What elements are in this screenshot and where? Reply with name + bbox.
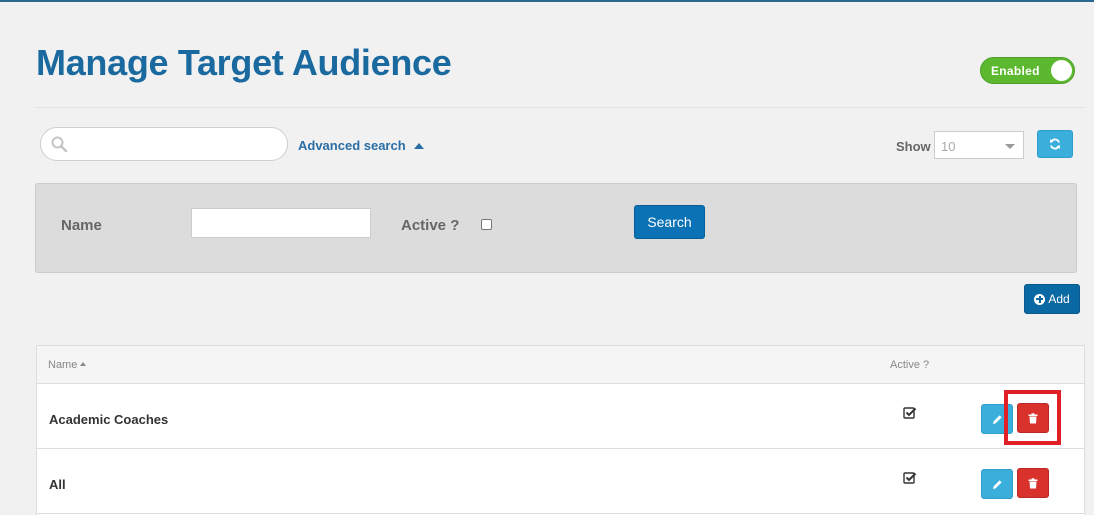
- active-checkbox[interactable]: [481, 219, 492, 230]
- column-header-name-label: Name: [48, 359, 78, 371]
- toggle-label: Enabled: [991, 64, 1040, 78]
- edit-button[interactable]: [981, 469, 1013, 499]
- row-name: All: [49, 477, 66, 492]
- delete-button[interactable]: [1017, 403, 1049, 433]
- pencil-icon: [992, 479, 1002, 489]
- check-icon: [903, 472, 917, 484]
- caret-up-icon: [413, 142, 424, 149]
- refresh-icon: [1050, 138, 1060, 150]
- name-label: Name: [61, 217, 102, 234]
- chevron-down-icon: [1005, 144, 1015, 149]
- search-button[interactable]: Search: [634, 205, 705, 239]
- show-label: Show: [896, 139, 931, 154]
- page-size-select[interactable]: 10: [934, 131, 1024, 159]
- edit-button[interactable]: [981, 404, 1013, 434]
- refresh-button[interactable]: [1037, 130, 1073, 158]
- check-icon: [903, 407, 917, 419]
- sort-asc-icon: [80, 362, 87, 366]
- advanced-search-toggle[interactable]: Advanced search: [298, 138, 424, 153]
- column-header-active: Active ?: [890, 359, 930, 371]
- add-button-label: Add: [1048, 292, 1070, 306]
- enabled-toggle[interactable]: Enabled: [980, 57, 1075, 84]
- audience-table: Name Active ? Academic Coaches All: [36, 345, 1085, 515]
- column-header-name[interactable]: Name: [48, 359, 87, 371]
- name-input[interactable]: [191, 208, 371, 238]
- page-size-value: 10: [941, 139, 956, 154]
- advanced-search-label: Advanced search: [298, 138, 406, 153]
- header-divider: [36, 107, 1084, 108]
- table-header: Name Active ?: [37, 346, 1084, 384]
- trash-icon: [1028, 412, 1038, 423]
- search-box: [40, 127, 288, 161]
- page: Manage Target Audience Enabled Advanced …: [0, 0, 1094, 515]
- advanced-search-panel: Name Active ? Search: [35, 183, 1077, 273]
- pencil-icon: [992, 414, 1002, 424]
- row-name: Academic Coaches: [49, 412, 169, 427]
- delete-button[interactable]: [1017, 468, 1049, 498]
- table-row: Academic Coaches: [37, 384, 1084, 449]
- trash-icon: [1028, 477, 1038, 488]
- top-border: [0, 0, 1094, 2]
- search-input[interactable]: [73, 134, 279, 154]
- toggle-knob: [1051, 60, 1072, 81]
- table-row: All: [37, 449, 1084, 514]
- add-button[interactable]: Add: [1024, 284, 1080, 314]
- page-title: Manage Target Audience: [36, 42, 452, 83]
- plus-circle-icon: [1034, 293, 1046, 305]
- active-label: Active ?: [401, 217, 460, 234]
- search-icon: [51, 136, 68, 153]
